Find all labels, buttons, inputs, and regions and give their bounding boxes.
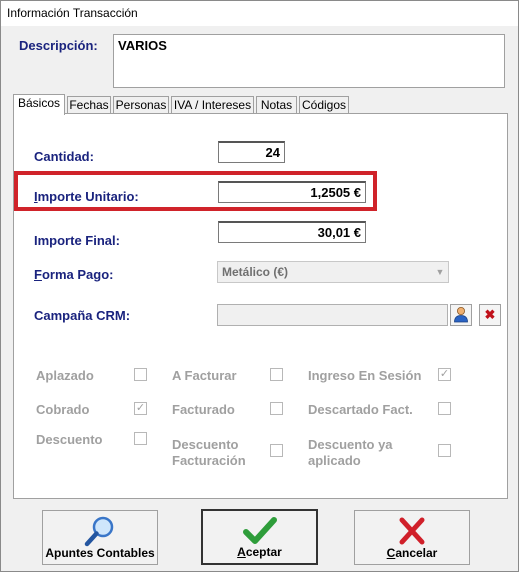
person-icon xyxy=(454,307,468,323)
apuntes-contables-button[interactable]: Apuntes Contables xyxy=(42,510,158,565)
forma-pago-value: Metálico (€) xyxy=(222,265,289,279)
importe-unitario-label: Importe Unitario: xyxy=(34,189,139,204)
clear-button[interactable]: ✖ xyxy=(479,304,501,326)
tab-personas[interactable]: Personas xyxy=(113,96,169,114)
tab-basicos[interactable]: Básicos xyxy=(13,94,65,115)
descuento-label: Descuento xyxy=(36,432,103,447)
ingreso-en-sesion-checkbox[interactable]: ✓ xyxy=(438,368,451,381)
cancelar-button[interactable]: Cancelar xyxy=(354,510,470,565)
cantidad-input[interactable]: 24 xyxy=(218,141,285,163)
window-title: Información Transacción xyxy=(7,6,138,20)
aplazado-label: Aplazado xyxy=(36,368,94,383)
tab-notas[interactable]: Notas xyxy=(256,96,297,114)
a-facturar-label: A Facturar xyxy=(172,368,237,383)
facturado-checkbox[interactable] xyxy=(270,402,283,415)
campana-crm-label: Campaña CRM: xyxy=(34,308,131,323)
close-icon: ✖ xyxy=(484,307,496,322)
campana-crm-input[interactable] xyxy=(217,304,448,326)
aceptar-label: Aceptar xyxy=(237,545,282,559)
apuntes-contables-label: Apuntes Contables xyxy=(45,546,155,560)
checkmark-icon xyxy=(203,514,316,548)
cobrado-checkbox[interactable]: ✓ xyxy=(134,402,147,415)
select-person-button[interactable] xyxy=(450,304,472,326)
facturado-label: Facturado xyxy=(172,402,235,417)
descuento-facturacion-checkbox[interactable] xyxy=(270,444,283,457)
descartado-fact-checkbox[interactable] xyxy=(438,402,451,415)
descuento-ya-aplicado-checkbox[interactable] xyxy=(438,444,451,457)
aplazado-checkbox[interactable] xyxy=(134,368,147,381)
description-textarea[interactable]: VARIOS xyxy=(113,34,505,88)
cancelar-label: Cancelar xyxy=(386,546,438,560)
descuento-facturacion-label: Descuento Facturación xyxy=(172,437,246,468)
chevron-down-icon: ▼ xyxy=(435,267,445,277)
cantidad-label: Cantidad: xyxy=(34,149,94,164)
importe-unitario-input[interactable]: 1,2505 € xyxy=(218,181,366,203)
a-facturar-checkbox[interactable] xyxy=(270,368,283,381)
ingreso-en-sesion-label: Ingreso En Sesión xyxy=(308,368,422,383)
descuento-checkbox[interactable] xyxy=(134,432,147,445)
title-bar: Información Transacción xyxy=(1,1,518,26)
forma-pago-label: Forma Pago: xyxy=(34,267,114,282)
tab-codigos[interactable]: Códigos xyxy=(299,96,349,114)
check-icon: ✓ xyxy=(439,368,450,380)
cancel-x-icon xyxy=(355,514,469,548)
magnifier-icon xyxy=(43,514,157,548)
importe-final-label: Importe Final: xyxy=(34,233,120,248)
check-icon: ✓ xyxy=(135,402,146,414)
tab-iva-intereses[interactable]: IVA / Intereses xyxy=(171,96,254,114)
tab-fechas[interactable]: Fechas xyxy=(67,96,111,114)
importe-final-input[interactable]: 30,01 € xyxy=(218,221,366,243)
forma-pago-select[interactable]: Metálico (€) ▼ xyxy=(217,261,449,283)
description-label: Descripción: xyxy=(19,38,98,53)
aceptar-button[interactable]: Aceptar xyxy=(201,509,318,565)
descuento-ya-aplicado-label: Descuento ya aplicado xyxy=(308,437,393,468)
transaction-dialog: Información Transacción Descripción: VAR… xyxy=(0,0,519,572)
descartado-fact-label: Descartado Fact. xyxy=(308,402,413,417)
cobrado-label: Cobrado xyxy=(36,402,90,417)
